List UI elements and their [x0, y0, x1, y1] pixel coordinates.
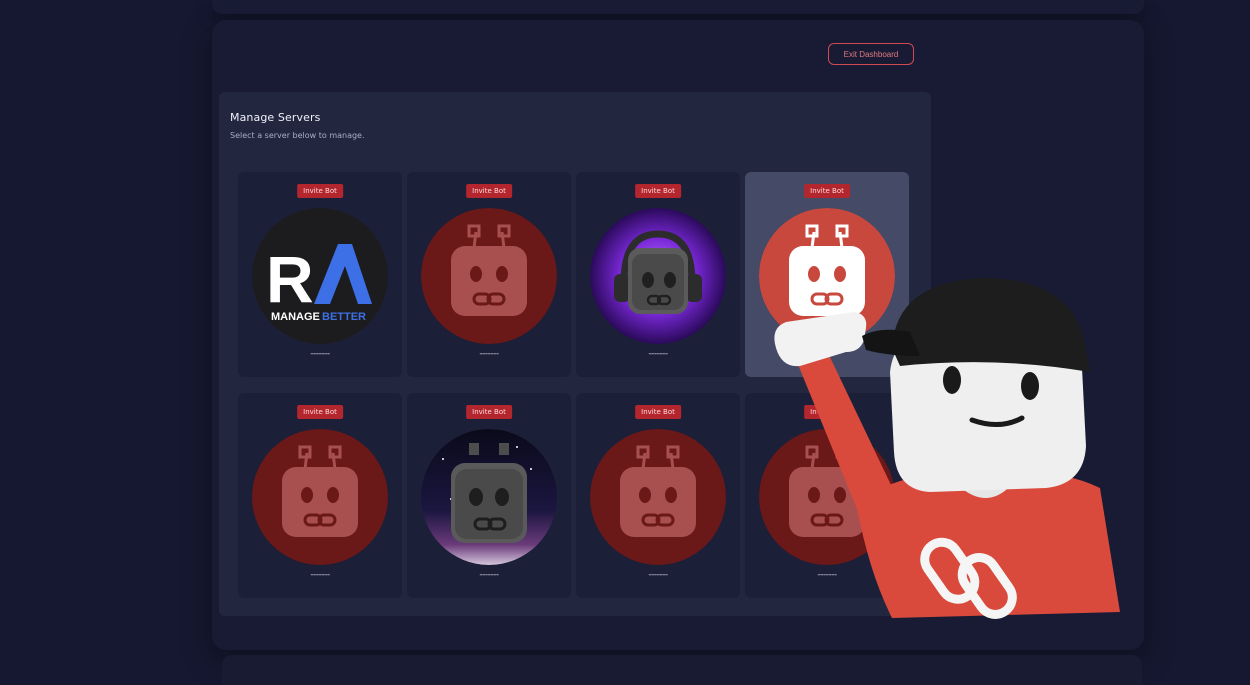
- server-card-2[interactable]: Invite Bot -------: [407, 172, 571, 377]
- stone-robot-space-icon: [421, 429, 557, 565]
- top-window-strip: [212, 0, 1144, 14]
- server-card-3[interactable]: Invite Bot -------: [576, 172, 740, 377]
- server-name: -------: [479, 349, 499, 359]
- stone-robot-headphones-icon: [590, 208, 726, 344]
- server-name: -------: [310, 349, 330, 359]
- page-subtitle: Select a server below to manage.: [230, 131, 365, 140]
- server-card-5[interactable]: Invite Bot -------: [238, 393, 402, 598]
- invite-bot-button[interactable]: Invite Bot: [297, 184, 343, 198]
- server-card-6[interactable]: Invite Bot -------: [407, 393, 571, 598]
- robot-link-icon: [421, 208, 557, 344]
- invite-bot-button[interactable]: Invite Bot: [804, 184, 850, 198]
- server-card-7[interactable]: Invite Bot -------: [576, 393, 740, 598]
- invite-bot-button[interactable]: Invite Bot: [297, 405, 343, 419]
- bottom-window-strip: [222, 655, 1142, 685]
- exit-dashboard-button[interactable]: Exit Dashboard: [828, 43, 914, 65]
- dashboard-stage: Exit Dashboard Manage Servers Select a s…: [0, 0, 1250, 685]
- mascot-illustration: [774, 278, 1120, 619]
- server-card-1[interactable]: Invite Bot R MANAGE BETTER -------: [238, 172, 402, 377]
- robot-link-icon: [590, 429, 726, 565]
- page-title: Manage Servers: [230, 111, 321, 124]
- ra-manage-better-logo-icon: R MANAGE BETTER: [252, 208, 388, 344]
- logo-tagline-better: BETTER: [322, 311, 366, 323]
- invite-bot-button[interactable]: Invite Bot: [635, 184, 681, 198]
- logo-letter-r: R: [266, 242, 314, 316]
- server-name: -------: [479, 570, 499, 580]
- server-name: -------: [648, 570, 668, 580]
- server-name: -------: [648, 349, 668, 359]
- server-name: -------: [310, 570, 330, 580]
- invite-bot-button[interactable]: Invite Bot: [466, 405, 512, 419]
- robot-link-icon: [252, 429, 388, 565]
- invite-bot-button[interactable]: Invite Bot: [466, 184, 512, 198]
- invite-bot-button[interactable]: Invite Bot: [635, 405, 681, 419]
- logo-tagline-manage: MANAGE: [271, 311, 320, 323]
